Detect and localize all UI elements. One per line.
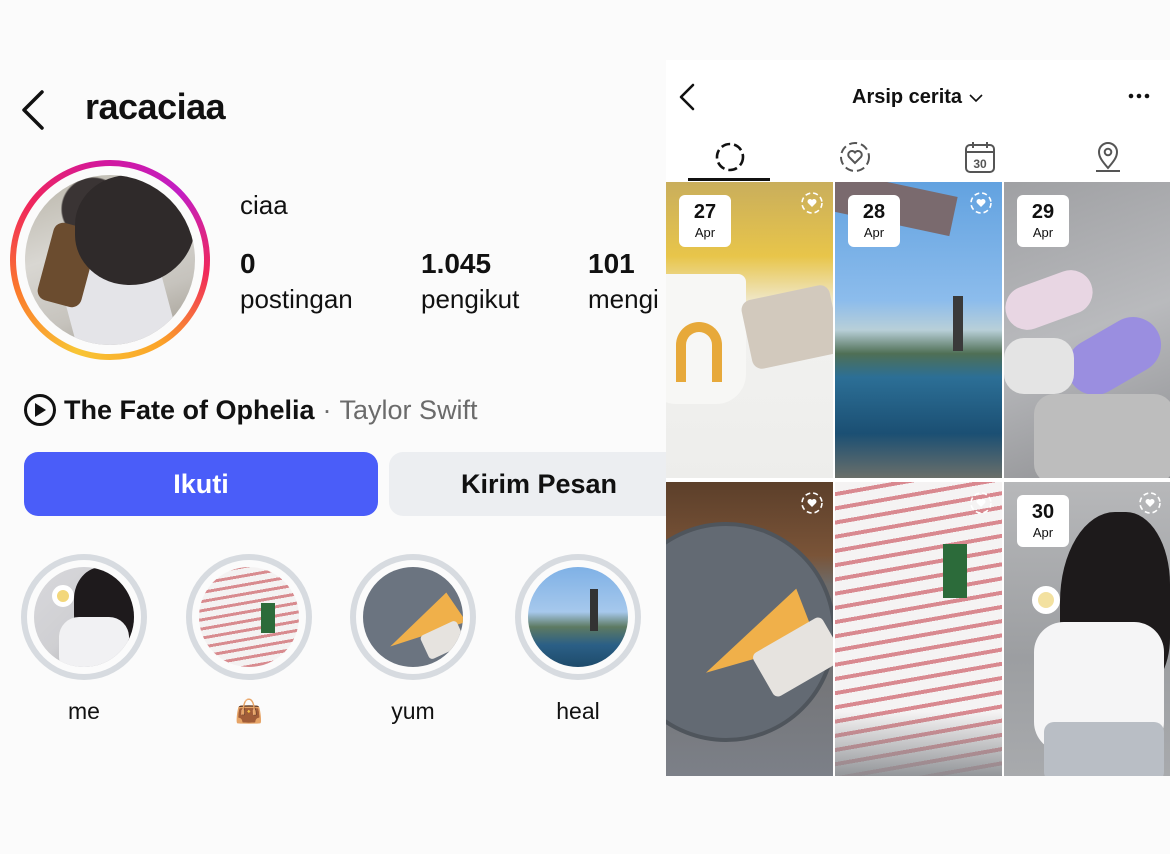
follow-button[interactable]: Ikuti [24, 452, 378, 516]
story-month: Apr [694, 225, 716, 240]
screenshot-stage: racaciaa ciaa 0 postingan 1.045 pengikut… [0, 0, 1170, 854]
highlight-label: 👜 [234, 698, 264, 724]
tab-stories-archive[interactable] [700, 136, 760, 178]
story-date-badge: 28 Apr [848, 195, 900, 247]
stat-following-label: mengi [588, 284, 659, 314]
stat-posts[interactable]: 0 postingan [240, 248, 353, 315]
story-date-badge: 27 Apr [679, 195, 731, 247]
more-options-button[interactable] [1124, 84, 1154, 108]
highlight-heart-icon [801, 192, 823, 214]
highlight-heart-icon [801, 492, 823, 514]
chevron-left-icon [679, 83, 695, 111]
song-separator: · [322, 394, 332, 425]
highlight-label: yum [391, 698, 435, 724]
story-thumbnail[interactable]: 30 Apr [1004, 482, 1170, 776]
story-date-badge: 29 Apr [1017, 195, 1069, 247]
song-artist: Taylor Swift [339, 394, 478, 425]
story-thumbnail[interactable]: 28 Apr [835, 182, 1002, 478]
display-name: ciaa [240, 190, 288, 220]
stat-posts-value: 0 [240, 248, 256, 279]
chevron-down-icon [969, 93, 983, 102]
highlight-bag[interactable]: 👜 [186, 554, 312, 725]
highlight-heal[interactable]: heal [515, 554, 641, 725]
story-archive-panel: Arsip cerita 30 27 Apr 28 Apr 29 Apr 30 … [666, 60, 1170, 776]
highlight-cover [34, 567, 134, 667]
story-day: 27 [693, 201, 717, 223]
location-pin-icon [1096, 142, 1120, 172]
highlight-label: heal [556, 698, 600, 724]
archive-title-dropdown[interactable]: Arsip cerita [852, 86, 984, 109]
story-day: 29 [1031, 201, 1055, 223]
avatar [25, 175, 195, 345]
back-button[interactable] [672, 80, 702, 114]
stories-archive-icon [715, 142, 745, 172]
story-day: 28 [862, 201, 886, 223]
story-day: 30 [1031, 501, 1055, 523]
more-horizontal-icon [1128, 93, 1150, 99]
highlight-label: me [68, 698, 100, 724]
highlight-heart-icon [970, 192, 992, 214]
back-button[interactable] [18, 88, 50, 132]
active-tab-indicator [688, 178, 770, 181]
calendar-icon-text: 30 [973, 157, 987, 171]
highlight-me[interactable]: me [21, 554, 147, 725]
profile-username: racaciaa [85, 86, 226, 127]
story-month: Apr [863, 225, 885, 240]
chevron-left-icon [22, 90, 44, 130]
highlight-cover [363, 567, 463, 667]
stat-following-value: 101 [588, 248, 635, 279]
tab-calendar[interactable]: 30 [950, 136, 1010, 178]
story-thumbnail[interactable] [666, 482, 833, 776]
stat-followers[interactable]: 1.045 pengikut [421, 248, 519, 315]
stat-posts-label: postingan [240, 284, 353, 314]
tab-locations[interactable] [1078, 136, 1138, 178]
highlight-heart-icon [970, 492, 992, 514]
tab-highlights[interactable] [825, 136, 885, 178]
story-date-badge: 30 Apr [1017, 495, 1069, 547]
calendar-icon: 30 [965, 142, 995, 173]
story-archive-grid: 27 Apr 28 Apr 29 Apr 30 Apr [666, 182, 1170, 776]
story-month: Apr [1032, 225, 1054, 240]
stat-followers-label: pengikut [421, 284, 520, 314]
profile-song[interactable]: The Fate of Ophelia · Taylor Swift [24, 394, 478, 426]
stat-following[interactable]: 101 mengi [588, 248, 659, 315]
avatar-story-ring[interactable] [10, 160, 210, 360]
stat-followers-value: 1.045 [421, 248, 492, 279]
archive-title: Arsip cerita [852, 86, 963, 108]
highlight-cover [199, 567, 299, 667]
highlight-yum[interactable]: yum [350, 554, 476, 725]
story-thumbnail[interactable] [835, 482, 1002, 776]
archive-tabs: 30 [666, 136, 1170, 182]
song-title: The Fate of Ophelia [64, 394, 315, 425]
profile-panel: racaciaa ciaa 0 postingan 1.045 pengikut… [0, 60, 666, 780]
story-thumbnail[interactable]: 27 Apr [666, 182, 833, 478]
highlight-heart-icon [840, 142, 870, 172]
story-month: Apr [1032, 525, 1054, 540]
highlight-heart-icon [1139, 492, 1161, 514]
highlight-cover [528, 567, 628, 667]
message-button[interactable]: Kirim Pesan [389, 452, 666, 516]
play-icon [24, 394, 56, 426]
story-thumbnail[interactable]: 29 Apr [1004, 182, 1170, 478]
